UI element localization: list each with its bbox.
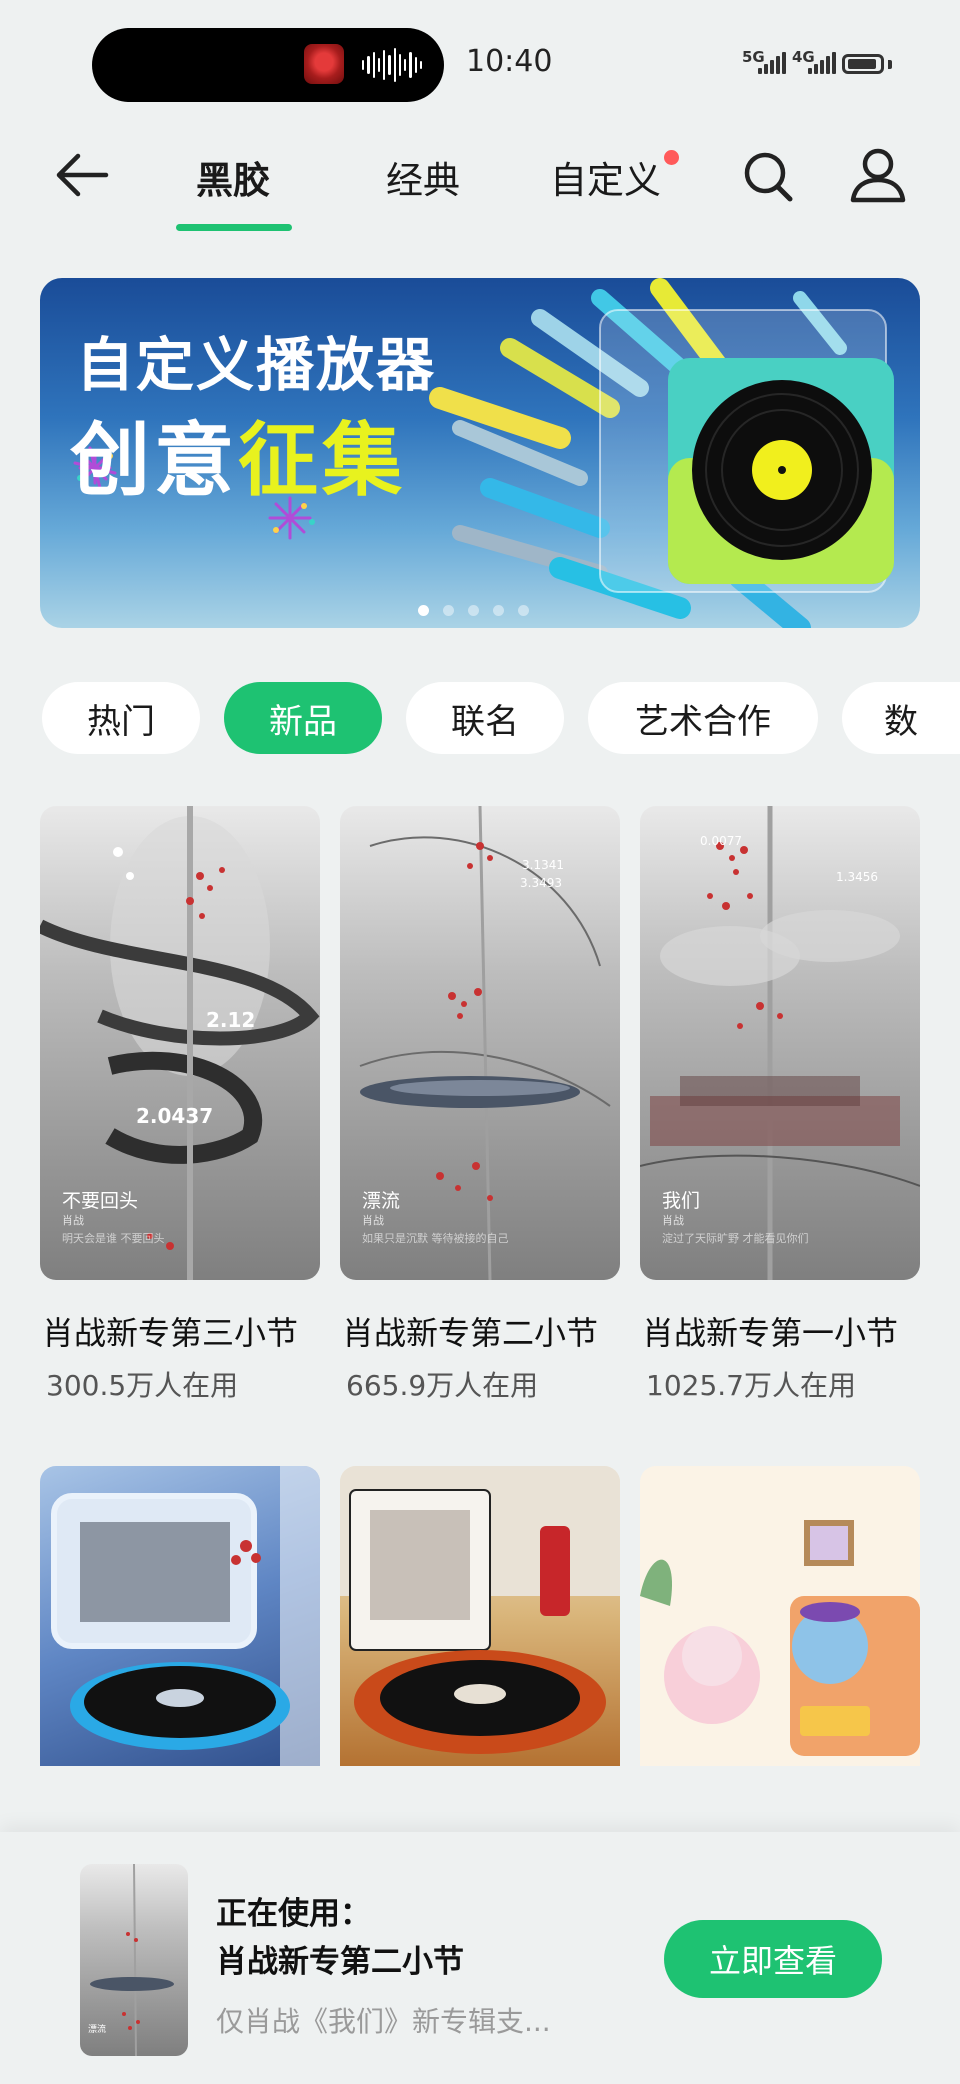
now-using-label: 正在使用： <box>216 1896 371 1932</box>
tab-vinyl[interactable]: 黑胶 <box>196 150 270 204</box>
filter-chip-art[interactable]: 艺术合作 <box>588 682 818 754</box>
signal-icon-2 <box>808 52 836 74</box>
banner-title-line2-a: 创意 <box>70 414 238 507</box>
now-playing-thumbnail <box>304 44 344 84</box>
page-dot <box>468 605 479 616</box>
tab-active-indicator <box>176 224 292 231</box>
theme-card-title[interactable]: 肖战新专第三小节 <box>42 1308 298 1354</box>
filter-chip-digital[interactable]: 数 <box>842 682 960 754</box>
waveform-icon <box>362 46 422 84</box>
signal-icon <box>758 52 786 74</box>
card-overlay-number: 3.3493 <box>520 876 562 890</box>
card-overlay-number: 0.0077 <box>700 834 742 848</box>
view-now-button[interactable]: 立即查看 <box>664 1920 882 1998</box>
card-overlay-number: 1.3456 <box>836 870 878 884</box>
card-overlay-artist: 肖战 <box>362 1214 384 1227</box>
filter-chip-hot[interactable]: 热门 <box>42 682 200 754</box>
card-overlay-lyric: 淀过了天际旷野 才能看见你们 <box>662 1232 809 1245</box>
thumbnail-title: 漂流 <box>88 2025 107 2035</box>
theme-card-title[interactable]: 肖战新专第一小节 <box>642 1308 898 1354</box>
status-time: 10:40 <box>466 44 553 79</box>
now-using-thumbnail[interactable]: 漂流 <box>80 1864 188 2056</box>
battery-tip <box>888 60 892 69</box>
card-overlay-number: 3.1341 <box>522 858 564 872</box>
banner-title-line1: 自定义播放器 <box>76 331 437 399</box>
battery-icon <box>842 54 884 74</box>
filter-chip-collab[interactable]: 联名 <box>406 682 564 754</box>
search-icon[interactable] <box>740 146 796 206</box>
card-overlay-title: 我们 <box>662 1190 701 1212</box>
card-overlay-number: 2.12 <box>206 1008 256 1032</box>
now-using-name: 肖战新专第二小节 <box>216 1944 464 1980</box>
card-overlay-lyric: 如果只是沉默 等待被接的自己 <box>362 1232 509 1245</box>
card-artwork <box>340 1466 620 1754</box>
card-overlay-title: 不要回头 <box>62 1190 139 1212</box>
card-overlay-lyric: 明天会是谁 不要回头 <box>62 1232 165 1245</box>
banner-title-line2-b: 征集 <box>238 414 406 507</box>
theme-card-users: 300.5万人在用 <box>46 1369 239 1402</box>
tab-classic[interactable]: 经典 <box>386 150 460 204</box>
card-artwork <box>640 1520 920 1756</box>
now-using-description: 仅肖战《我们》新专辑支... <box>216 2005 551 2038</box>
theme-card-users: 1025.7万人在用 <box>646 1369 856 1402</box>
tab-custom[interactable]: 自定义 <box>550 150 661 204</box>
banner-page-indicator <box>418 605 529 616</box>
theme-card-image[interactable] <box>340 1466 620 1766</box>
card-overlay-artist: 肖战 <box>62 1214 84 1227</box>
card-overlay-title: 漂流 <box>362 1190 401 1212</box>
page-dot <box>493 605 504 616</box>
page-dot <box>443 605 454 616</box>
dynamic-island[interactable] <box>92 28 444 102</box>
card-overlay-artist: 肖战 <box>662 1214 684 1227</box>
profile-icon[interactable] <box>848 146 906 206</box>
theme-card-image[interactable]: 0.0077 1.3456 我们 肖战 淀过了天际旷野 才能看见你们 <box>640 806 920 1280</box>
theme-card-title[interactable]: 肖战新专第二小节 <box>342 1308 598 1354</box>
back-arrow-icon[interactable] <box>54 150 110 200</box>
notification-badge <box>664 150 679 165</box>
page-dot <box>518 605 529 616</box>
theme-card-users: 665.9万人在用 <box>346 1369 539 1402</box>
theme-card-image[interactable] <box>40 1466 320 1766</box>
page-dot <box>418 605 429 616</box>
theme-card-image[interactable]: 2.12 2.0437 不要回头 肖战 明天会是谁 不要回头 <box>40 806 320 1280</box>
card-artwork <box>51 1466 320 1766</box>
promo-banner[interactable]: 自定义播放器 创意征集 <box>40 278 920 628</box>
theme-card-image[interactable]: 3.3493 3.1341 漂流 肖战 如果只是沉默 等待被接的自己 <box>340 806 620 1280</box>
card-overlay-number: 2.0437 <box>136 1104 214 1128</box>
theme-card-image[interactable] <box>640 1466 920 1766</box>
now-using-bar: 漂流 正在使用： 肖战新专第二小节 仅肖战《我们》新专辑支... 立即查看 <box>0 1832 960 2084</box>
filter-chip-new[interactable]: 新品 <box>224 682 382 754</box>
banner-title-line2: 创意征集 <box>70 396 406 512</box>
